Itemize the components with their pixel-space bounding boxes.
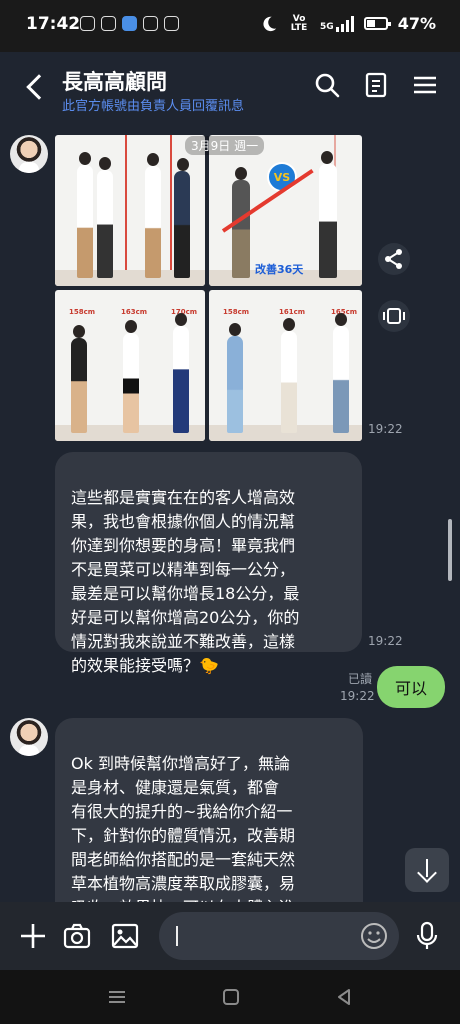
chat-header: 長高高顧問 此官方帳號由負責人員回覆訊息	[0, 52, 460, 122]
chat-title: 長高高顧問	[62, 70, 167, 94]
height-tag: 158cm	[223, 308, 250, 316]
camera-icon[interactable]	[61, 920, 93, 952]
message-text: 這些都是實實在在的客人增高效 果，我也會根據你個人的情況幫 你達到你想要的身高！…	[71, 488, 300, 675]
battery-icon	[363, 17, 391, 30]
home-icon[interactable]	[219, 985, 243, 1009]
tiktok-icon	[101, 16, 116, 31]
signal-icon: 5G	[320, 15, 354, 32]
status-right: Vo LTE 5G 47%	[260, 14, 436, 33]
before-after-photo-4[interactable]: 158cm 161cm 165cm	[209, 290, 362, 441]
avatar[interactable]	[10, 718, 48, 756]
input-bar	[0, 902, 460, 970]
emoji-icon[interactable]	[358, 920, 390, 952]
avatar[interactable]	[10, 135, 48, 173]
volte-label: Vo LTE	[290, 13, 308, 33]
duck-emoji: 🐤	[199, 656, 219, 675]
moon-icon	[263, 16, 277, 31]
outgoing-bubble[interactable]: 可以	[377, 666, 446, 708]
message-time: 19:22	[368, 634, 403, 648]
height-tag: 161cm	[279, 308, 306, 316]
app-notification-icon	[122, 16, 137, 31]
scroll-to-bottom-button[interactable]	[405, 848, 449, 892]
message-text: Ok 到時候幫你增高好了，無論 是身材、健康還是氣質，都會 有很大的提升的~我給…	[71, 754, 296, 902]
message-bubble[interactable]: Ok 到時候幫你增高好了，無論 是身材、健康還是氣質，都會 有很大的提升的~我給…	[55, 718, 363, 902]
height-tag: 163cm	[121, 308, 148, 316]
message-bubble[interactable]: 這些都是實實在在的客人增高效 果，我也會根據你個人的情況幫 你達到你想要的身高！…	[55, 452, 362, 675]
system-nav-bar	[0, 970, 460, 1024]
chat-area[interactable]: VS 改善36天 158cm 163cm 170cm 158cm 161cm 1…	[0, 122, 460, 902]
signal-label: 5G	[320, 21, 334, 32]
notification-icons	[80, 16, 179, 31]
image-icon[interactable]	[109, 920, 141, 952]
message-time: 19:22	[340, 689, 375, 703]
read-receipt: 已讀 19:22	[340, 671, 375, 705]
status-bar: 17:42 Vo LTE 5G 47%	[0, 0, 460, 52]
scrollbar[interactable]	[448, 519, 452, 581]
expand-icon[interactable]	[378, 300, 410, 332]
battery-percent: 47%	[397, 14, 436, 33]
before-after-photo-3[interactable]: 158cm 163cm 170cm	[55, 290, 205, 441]
back-nav-icon[interactable]	[332, 985, 356, 1009]
youtube-icon	[143, 16, 158, 31]
recent-apps-icon[interactable]	[105, 985, 129, 1009]
outgoing-text: 可以	[395, 679, 428, 698]
notes-icon[interactable]	[361, 70, 391, 100]
before-after-photo-1[interactable]	[55, 135, 205, 286]
microphone-icon[interactable]	[411, 920, 443, 952]
share-icon[interactable]	[378, 243, 410, 275]
chat-subtitle: 此官方帳號由負責人員回覆訊息	[62, 99, 245, 114]
status-time: 17:42	[26, 14, 81, 34]
photo-message[interactable]: VS 改善36天 158cm 163cm 170cm 158cm 161cm 1…	[55, 135, 362, 441]
date-divider: 3月9日 週一	[185, 136, 265, 155]
read-label: 已讀	[347, 672, 372, 686]
back-button[interactable]	[20, 72, 50, 102]
instagram-icon	[80, 16, 95, 31]
improve-label: 改善36天	[255, 263, 304, 276]
height-tag: 158cm	[69, 308, 96, 316]
instagram-icon-2	[164, 16, 179, 31]
search-icon[interactable]	[312, 70, 342, 100]
before-after-photo-2[interactable]: VS 改善36天	[209, 135, 362, 286]
text-caret	[176, 926, 178, 946]
menu-icon[interactable]	[410, 70, 440, 100]
message-time: 19:22	[368, 422, 403, 436]
plus-icon[interactable]	[17, 920, 49, 952]
